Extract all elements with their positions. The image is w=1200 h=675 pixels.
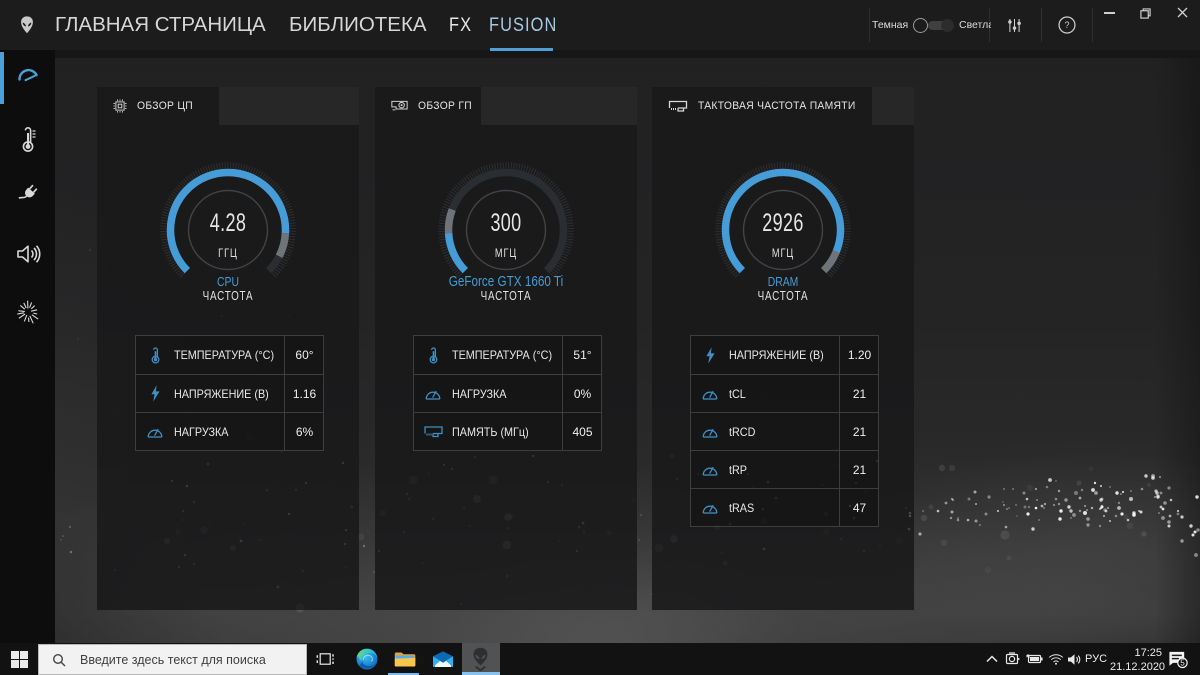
svg-text:5: 5 <box>1180 658 1185 667</box>
svg-text:?: ? <box>1064 20 1069 30</box>
